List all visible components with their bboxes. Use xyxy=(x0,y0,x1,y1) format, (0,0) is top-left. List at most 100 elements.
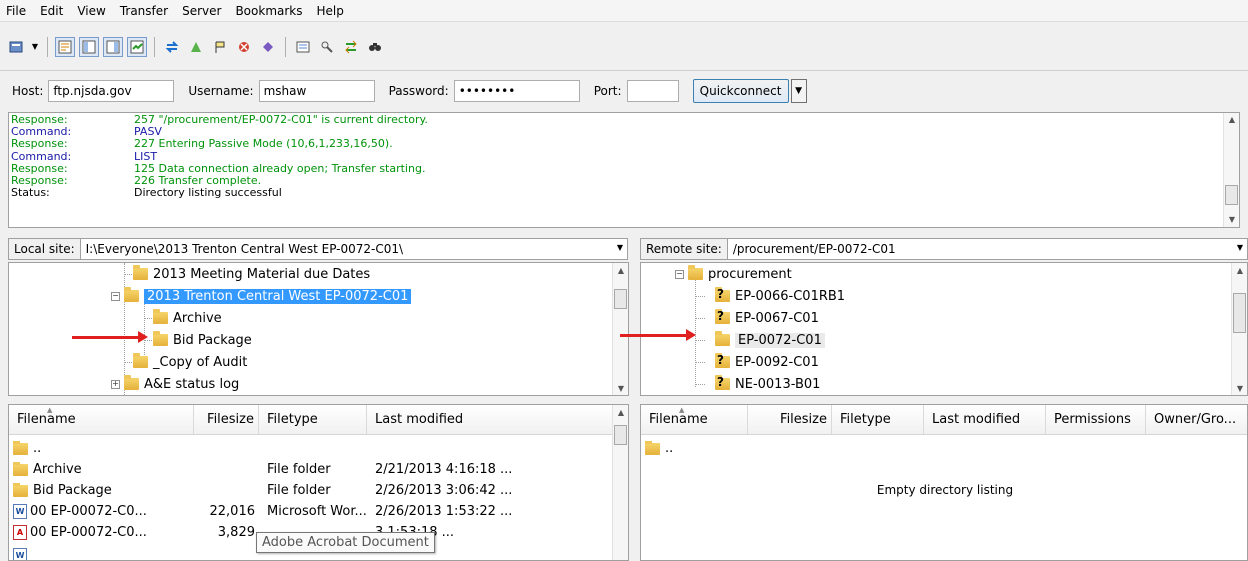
tree-node-selected[interactable]: − 2013 Trenton Central West EP-0072-C01 xyxy=(111,286,412,306)
remote-site-label: Remote site: xyxy=(640,238,728,260)
tree-node[interactable]: _Copy of Audit xyxy=(133,352,247,372)
column-filesize[interactable]: Filesize xyxy=(194,405,259,434)
table-row[interactable]: W 00 EP-00072-C0... 22,016 Microsoft Wor.… xyxy=(9,501,613,522)
compare-icon[interactable] xyxy=(317,37,337,57)
local-tree-scrollbar[interactable]: ▲ ▼ xyxy=(612,263,628,395)
scroll-thumb[interactable] xyxy=(614,289,627,309)
host-input[interactable] xyxy=(48,80,175,102)
parent-folder-icon xyxy=(645,441,660,455)
column-permissions[interactable]: Permissions xyxy=(1046,405,1146,434)
scroll-up-icon[interactable]: ▲ xyxy=(613,263,628,277)
dropdown-arrow-icon[interactable]: ▼ xyxy=(30,37,40,57)
process-queue-icon[interactable] xyxy=(186,37,206,57)
collapse-icon[interactable]: − xyxy=(675,269,684,279)
menu-transfer[interactable]: Transfer xyxy=(120,4,168,18)
toggle-log-icon[interactable] xyxy=(55,36,75,57)
folder-unknown-icon: ? xyxy=(715,353,730,368)
column-filename[interactable]: ▲ Filename xyxy=(641,405,748,434)
tree-node-current[interactable]: EP-0072-C01 xyxy=(715,330,825,350)
menu-help[interactable]: Help xyxy=(317,4,344,18)
tree-node[interactable]: ? EP-0066-C01RB1 xyxy=(715,286,845,306)
remote-file-list[interactable]: ▲ Filename Filesize Filetype Last modifie… xyxy=(640,404,1248,561)
username-input[interactable] xyxy=(258,80,375,102)
remote-tree-scrollbar[interactable]: ▲ ▼ xyxy=(1231,263,1247,395)
tree-node[interactable]: − procurement xyxy=(675,264,792,284)
password-input[interactable] xyxy=(453,80,580,102)
folder-unknown-icon: ? xyxy=(715,287,730,302)
disconnect-icon[interactable] xyxy=(234,37,254,57)
column-last-modified[interactable]: Last modified xyxy=(924,405,1046,434)
tree-guide xyxy=(695,296,705,297)
scroll-down-icon[interactable]: ▼ xyxy=(1232,381,1247,395)
search-icon[interactable] xyxy=(365,37,385,57)
scroll-down-icon[interactable]: ▼ xyxy=(1224,213,1239,227)
scroll-thumb[interactable] xyxy=(614,425,627,445)
local-list-scrollbar[interactable]: ▲ xyxy=(612,405,628,560)
username-label: Username: xyxy=(188,84,254,98)
port-label: Port: xyxy=(593,84,622,98)
folder-unknown-icon: ? xyxy=(715,309,730,324)
local-path-combo[interactable]: I:\Everyone\2013 Trenton Central West EP… xyxy=(80,238,628,260)
collapse-icon[interactable]: − xyxy=(111,291,120,301)
expand-icon[interactable]: + xyxy=(111,379,120,389)
log-scrollbar[interactable]: ▲ ▼ xyxy=(1223,113,1239,227)
column-filetype[interactable]: Filetype xyxy=(259,405,367,434)
tree-node[interactable]: Archive xyxy=(153,308,222,328)
tree-node[interactable]: + A&E status log xyxy=(111,374,239,394)
local-directory-tree[interactable]: 2013 Meeting Material due Dates − 2013 Tr… xyxy=(8,262,629,396)
tree-node[interactable]: Bid Package xyxy=(153,330,252,350)
message-log[interactable]: Response: 257 "/procurement/EP-0072-C01" … xyxy=(8,112,1240,228)
scroll-down-icon[interactable]: ▼ xyxy=(613,381,628,395)
remote-directory-tree[interactable]: − procurement ? EP-0066-C01RB1 ? EP-0067-C0… xyxy=(640,262,1248,396)
annotation-arrow-icon xyxy=(72,331,148,343)
scroll-up-icon[interactable]: ▲ xyxy=(613,405,628,419)
tree-node[interactable]: 2013 Meeting Material due Dates xyxy=(133,264,370,284)
column-filename[interactable]: ▲ Filename xyxy=(9,405,194,434)
local-site-label: Local site: xyxy=(8,238,81,260)
refresh-icon[interactable] xyxy=(162,37,182,57)
folder-icon xyxy=(133,265,148,280)
sync-browse-icon[interactable] xyxy=(341,37,361,57)
remote-path-combo[interactable]: /procurement/EP-0072-C01 ▼ xyxy=(727,238,1248,260)
remote-path-text: /procurement/EP-0072-C01 xyxy=(732,242,896,256)
quickconnect-dropdown[interactable]: ▼ xyxy=(790,79,807,103)
table-row[interactable]: Bid Package File folder 2/26/2013 3:06:4… xyxy=(9,480,613,501)
tree-node-label: Bid Package xyxy=(173,332,252,348)
reconnect-icon[interactable] xyxy=(258,37,278,57)
host-label: Host: xyxy=(12,84,44,98)
column-filetype[interactable]: Filetype xyxy=(832,405,924,434)
chevron-down-icon[interactable]: ▼ xyxy=(617,243,623,252)
column-owner-group[interactable]: Owner/Gro... xyxy=(1146,405,1247,434)
menu-bookmarks[interactable]: Bookmarks xyxy=(235,4,302,18)
tree-node[interactable]: ? NE-0013-B01 xyxy=(715,374,820,394)
cancel-icon[interactable] xyxy=(210,37,230,57)
filter-icon[interactable] xyxy=(293,37,313,57)
tree-node[interactable]: ? EP-0067-C01 xyxy=(715,308,819,328)
port-input[interactable] xyxy=(626,80,679,102)
toggle-remote-tree-icon[interactable] xyxy=(103,36,123,57)
tree-node[interactable]: ? EP-0092-C01 xyxy=(715,352,819,372)
menu-edit[interactable]: Edit xyxy=(40,4,63,18)
scroll-thumb[interactable] xyxy=(1233,293,1246,333)
toggle-queue-icon[interactable] xyxy=(127,36,147,57)
empty-directory-message: Empty directory listing xyxy=(876,483,1014,497)
password-label: Password: xyxy=(388,84,449,98)
table-row[interactable]: .. xyxy=(9,438,194,459)
scroll-up-icon[interactable]: ▲ xyxy=(1224,113,1239,127)
column-last-modified[interactable]: Last modified xyxy=(367,405,613,434)
menu-server[interactable]: Server xyxy=(182,4,221,18)
chevron-down-icon[interactable]: ▼ xyxy=(1237,243,1243,252)
tree-node-label: Archive xyxy=(173,310,222,326)
quickconnect-button[interactable]: Quickconnect xyxy=(692,79,789,103)
table-row-partial[interactable]: W xyxy=(9,545,194,560)
menu-view[interactable]: View xyxy=(77,4,105,18)
log-row: Command: LIST xyxy=(11,149,158,163)
site-manager-icon[interactable] xyxy=(6,37,26,57)
scroll-up-icon[interactable]: ▲ xyxy=(1232,263,1247,277)
table-row[interactable]: .. xyxy=(641,438,748,459)
table-row[interactable]: Archive File folder 2/21/2013 4:16:18 ..… xyxy=(9,459,613,480)
menu-file[interactable]: File xyxy=(6,4,26,18)
toggle-local-tree-icon[interactable] xyxy=(79,36,99,57)
column-filesize[interactable]: Filesize xyxy=(748,405,832,434)
scroll-thumb[interactable] xyxy=(1225,185,1238,205)
